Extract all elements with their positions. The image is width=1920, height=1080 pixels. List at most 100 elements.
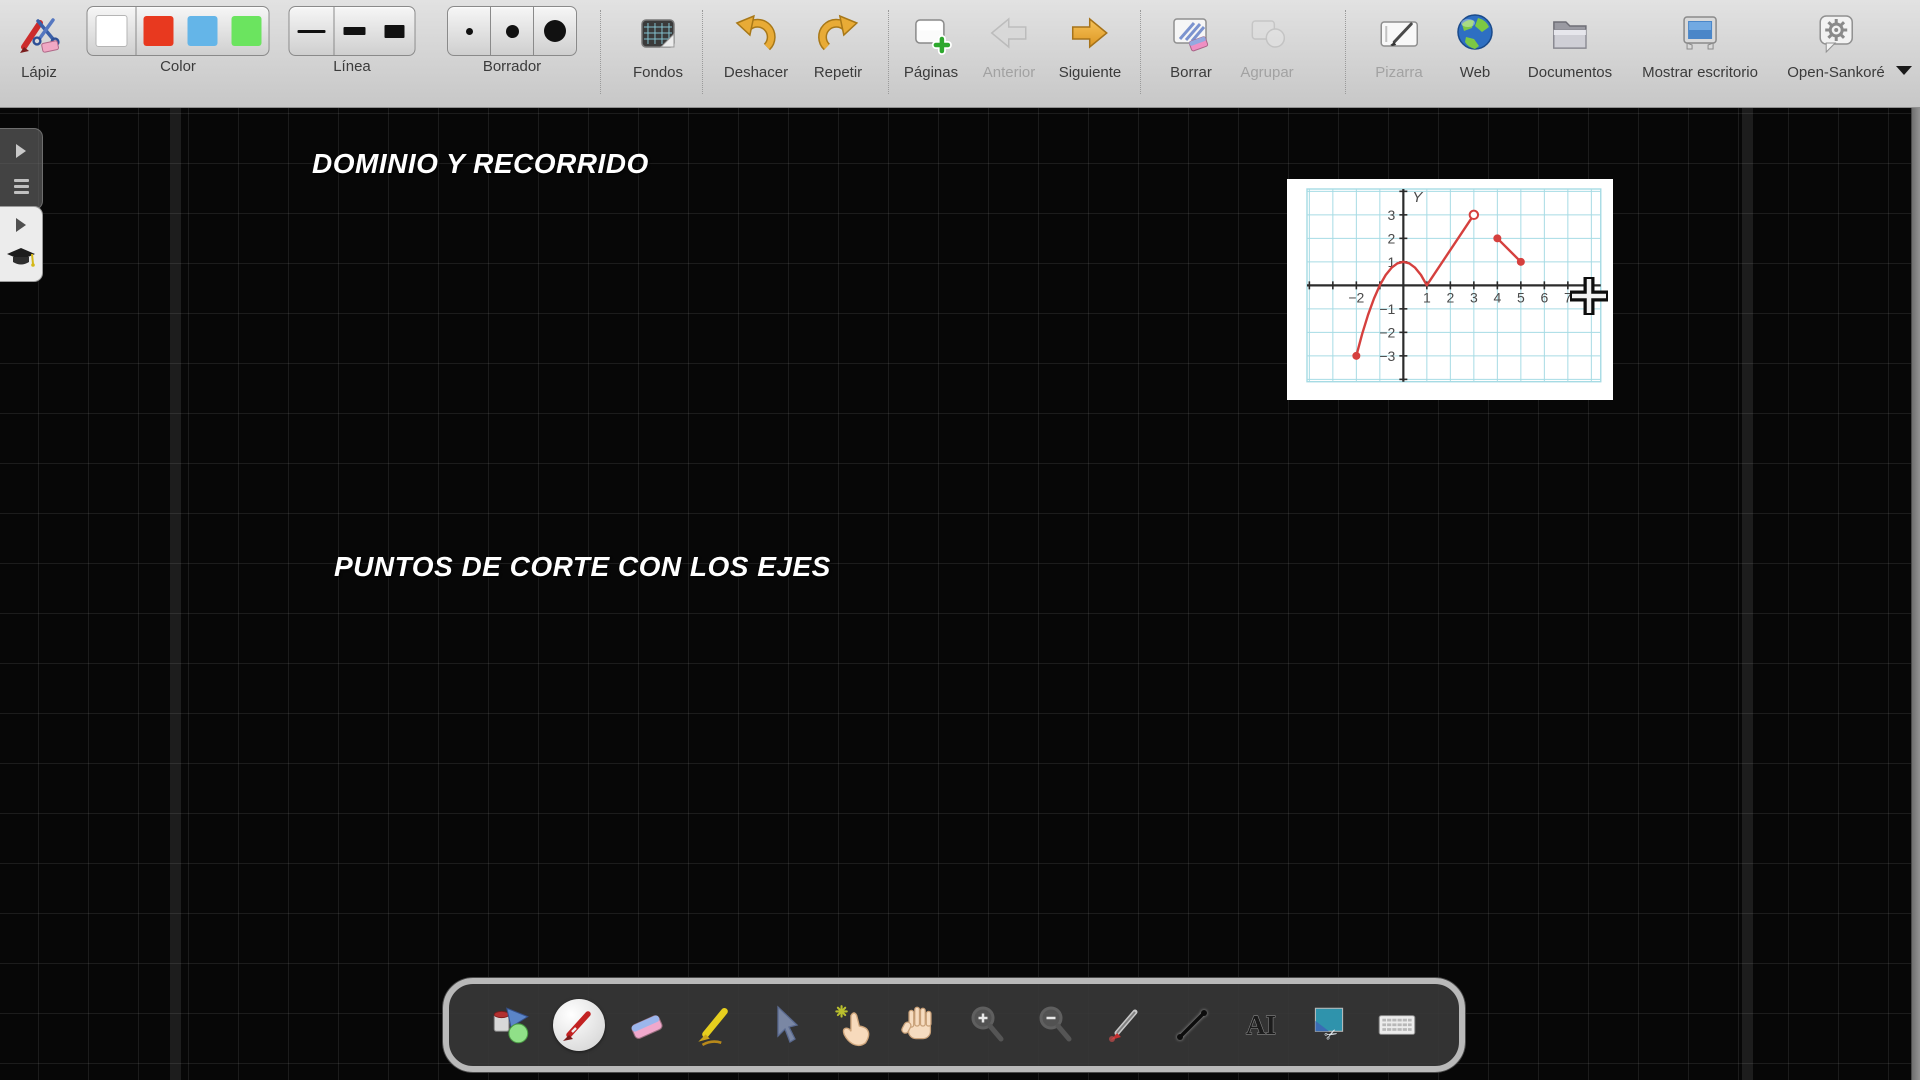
svg-text:5: 5 — [1517, 289, 1525, 305]
pages-button[interactable]: Páginas — [904, 6, 958, 81]
zoom-out-tool[interactable] — [1030, 999, 1082, 1051]
folder-icon — [1547, 6, 1593, 62]
text-tool[interactable]: AI — [1235, 999, 1287, 1051]
web-mode-button[interactable]: Web — [1452, 6, 1498, 81]
library-stack-icon — [14, 179, 29, 194]
thin-line-sample — [298, 30, 326, 33]
svg-text:2: 2 — [1446, 289, 1454, 305]
capture-tool[interactable]: ✂ — [1303, 999, 1355, 1051]
function-graph-image[interactable]: −21234567321−1−2−3Y — [1287, 179, 1613, 400]
line-thin-selected[interactable] — [290, 7, 334, 55]
svg-text:1: 1 — [1423, 289, 1431, 305]
color-swatch-green[interactable] — [225, 7, 269, 55]
show-desktop-label: Mostrar escritorio — [1642, 64, 1758, 81]
backgrounds-button[interactable]: Fondos — [633, 6, 683, 81]
heading-dominio-recorrido[interactable]: DOMINIO Y RECORRIDO — [312, 148, 649, 180]
previous-arrow-icon — [986, 6, 1032, 62]
web-label: Web — [1460, 64, 1491, 81]
laser-pointer-tool[interactable] — [1098, 999, 1150, 1051]
eraser-size-segments — [447, 6, 577, 56]
color-swatch-red[interactable] — [137, 7, 181, 55]
new-page-icon — [908, 6, 954, 62]
pencil-tool-label: Lápiz — [21, 64, 57, 81]
pen-tool[interactable] — [553, 999, 605, 1051]
keyboard-icon — [1374, 1002, 1420, 1048]
pan-tool[interactable] — [894, 999, 946, 1051]
zoom-out-icon — [1034, 1003, 1078, 1047]
capture-icon: ✂ — [1306, 1002, 1352, 1048]
svg-text:−3: −3 — [1379, 348, 1395, 364]
line-medium[interactable] — [335, 7, 375, 55]
group-button[interactable]: Agrupar — [1240, 6, 1293, 81]
toolbar-separator — [600, 10, 601, 94]
pencil-tool-button[interactable]: Lápiz — [16, 6, 62, 81]
app-menu-button[interactable]: Open-Sankoré — [1787, 6, 1885, 81]
annotate-library-tool[interactable] — [485, 999, 537, 1051]
undo-button[interactable]: Deshacer — [724, 6, 788, 81]
crosshair-cursor — [1566, 273, 1612, 319]
previous-label: Anterior — [983, 64, 1036, 81]
svg-text:AI: AI — [1246, 1010, 1276, 1040]
eraser-size-group: Borrador — [447, 6, 577, 75]
board-mode-button[interactable]: Pizarra — [1375, 6, 1423, 81]
heading-puntos-corte[interactable]: PUNTOS DE CORTE CON LOS EJES — [334, 551, 831, 583]
redo-button[interactable]: Repetir — [814, 6, 862, 81]
svg-text:2: 2 — [1388, 230, 1396, 246]
graduation-cap-icon — [4, 245, 38, 271]
medium-dot — [506, 25, 519, 38]
documents-mode-button[interactable]: Documentos — [1528, 6, 1612, 81]
svg-text:4: 4 — [1493, 289, 1501, 305]
interact-tool[interactable] — [826, 999, 878, 1051]
previous-page-button[interactable]: Anterior — [983, 6, 1036, 81]
clear-page-button[interactable]: Borrar — [1168, 6, 1214, 81]
svg-text:3: 3 — [1388, 207, 1396, 223]
highlighter-tool[interactable] — [689, 999, 741, 1051]
blue-swatch — [188, 16, 218, 46]
svg-text:−2: −2 — [1379, 324, 1395, 340]
documents-label: Documentos — [1528, 64, 1612, 81]
next-page-button[interactable]: Siguiente — [1059, 6, 1122, 81]
app-menu-label: Open-Sankoré — [1787, 64, 1885, 81]
color-swatch-white-selected[interactable] — [88, 7, 136, 55]
color-swatch-blue[interactable] — [181, 7, 225, 55]
sidebar-tab-tutorial[interactable] — [0, 206, 43, 282]
page-right-edge — [1742, 107, 1753, 1080]
white-swatch — [96, 15, 128, 47]
function-graph-svg: −21234567321−1−2−3Y — [1287, 179, 1613, 400]
clear-board-icon — [1168, 6, 1214, 62]
group-label: Agrupar — [1240, 64, 1293, 81]
show-desktop-button[interactable]: Mostrar escritorio — [1642, 6, 1758, 81]
keyboard-tool[interactable] — [1371, 999, 1423, 1051]
eraser-large[interactable] — [534, 7, 576, 55]
toolbar-separator — [1140, 10, 1141, 94]
selector-tool[interactable] — [758, 999, 810, 1051]
line-width-segments — [289, 6, 416, 56]
app-menu-caret-icon[interactable] — [1896, 66, 1912, 75]
undo-label: Deshacer — [724, 64, 788, 81]
arrow-cursor-icon — [762, 1003, 806, 1047]
right-drawer-handle[interactable] — [1911, 107, 1920, 1080]
svg-text:3: 3 — [1470, 289, 1478, 305]
line-thick[interactable] — [375, 7, 415, 55]
svg-text:Y: Y — [1412, 189, 1423, 206]
undo-icon — [733, 6, 779, 62]
large-dot — [544, 20, 566, 42]
page-left-edge — [170, 107, 181, 1080]
sidebar-tab-library[interactable] — [0, 128, 43, 210]
zoom-in-tool[interactable] — [962, 999, 1014, 1051]
eraser-tool[interactable] — [621, 999, 673, 1051]
green-swatch — [232, 16, 262, 46]
color-group-label: Color — [160, 58, 196, 75]
pointing-hand-sparkle-icon — [829, 1002, 875, 1048]
eraser-small-selected[interactable] — [448, 7, 490, 55]
group-shapes-icon — [1244, 6, 1290, 62]
laser-pointer-icon — [1102, 1003, 1146, 1047]
pen-icon — [557, 1003, 601, 1047]
toolbar-separator — [1345, 10, 1346, 94]
line-group-label: Línea — [333, 58, 371, 75]
line-icon — [1170, 1003, 1214, 1047]
open-hand-icon — [897, 1002, 943, 1048]
eraser-medium[interactable] — [491, 7, 533, 55]
line-tool[interactable] — [1166, 999, 1218, 1051]
whiteboard-canvas[interactable] — [0, 107, 1920, 1080]
